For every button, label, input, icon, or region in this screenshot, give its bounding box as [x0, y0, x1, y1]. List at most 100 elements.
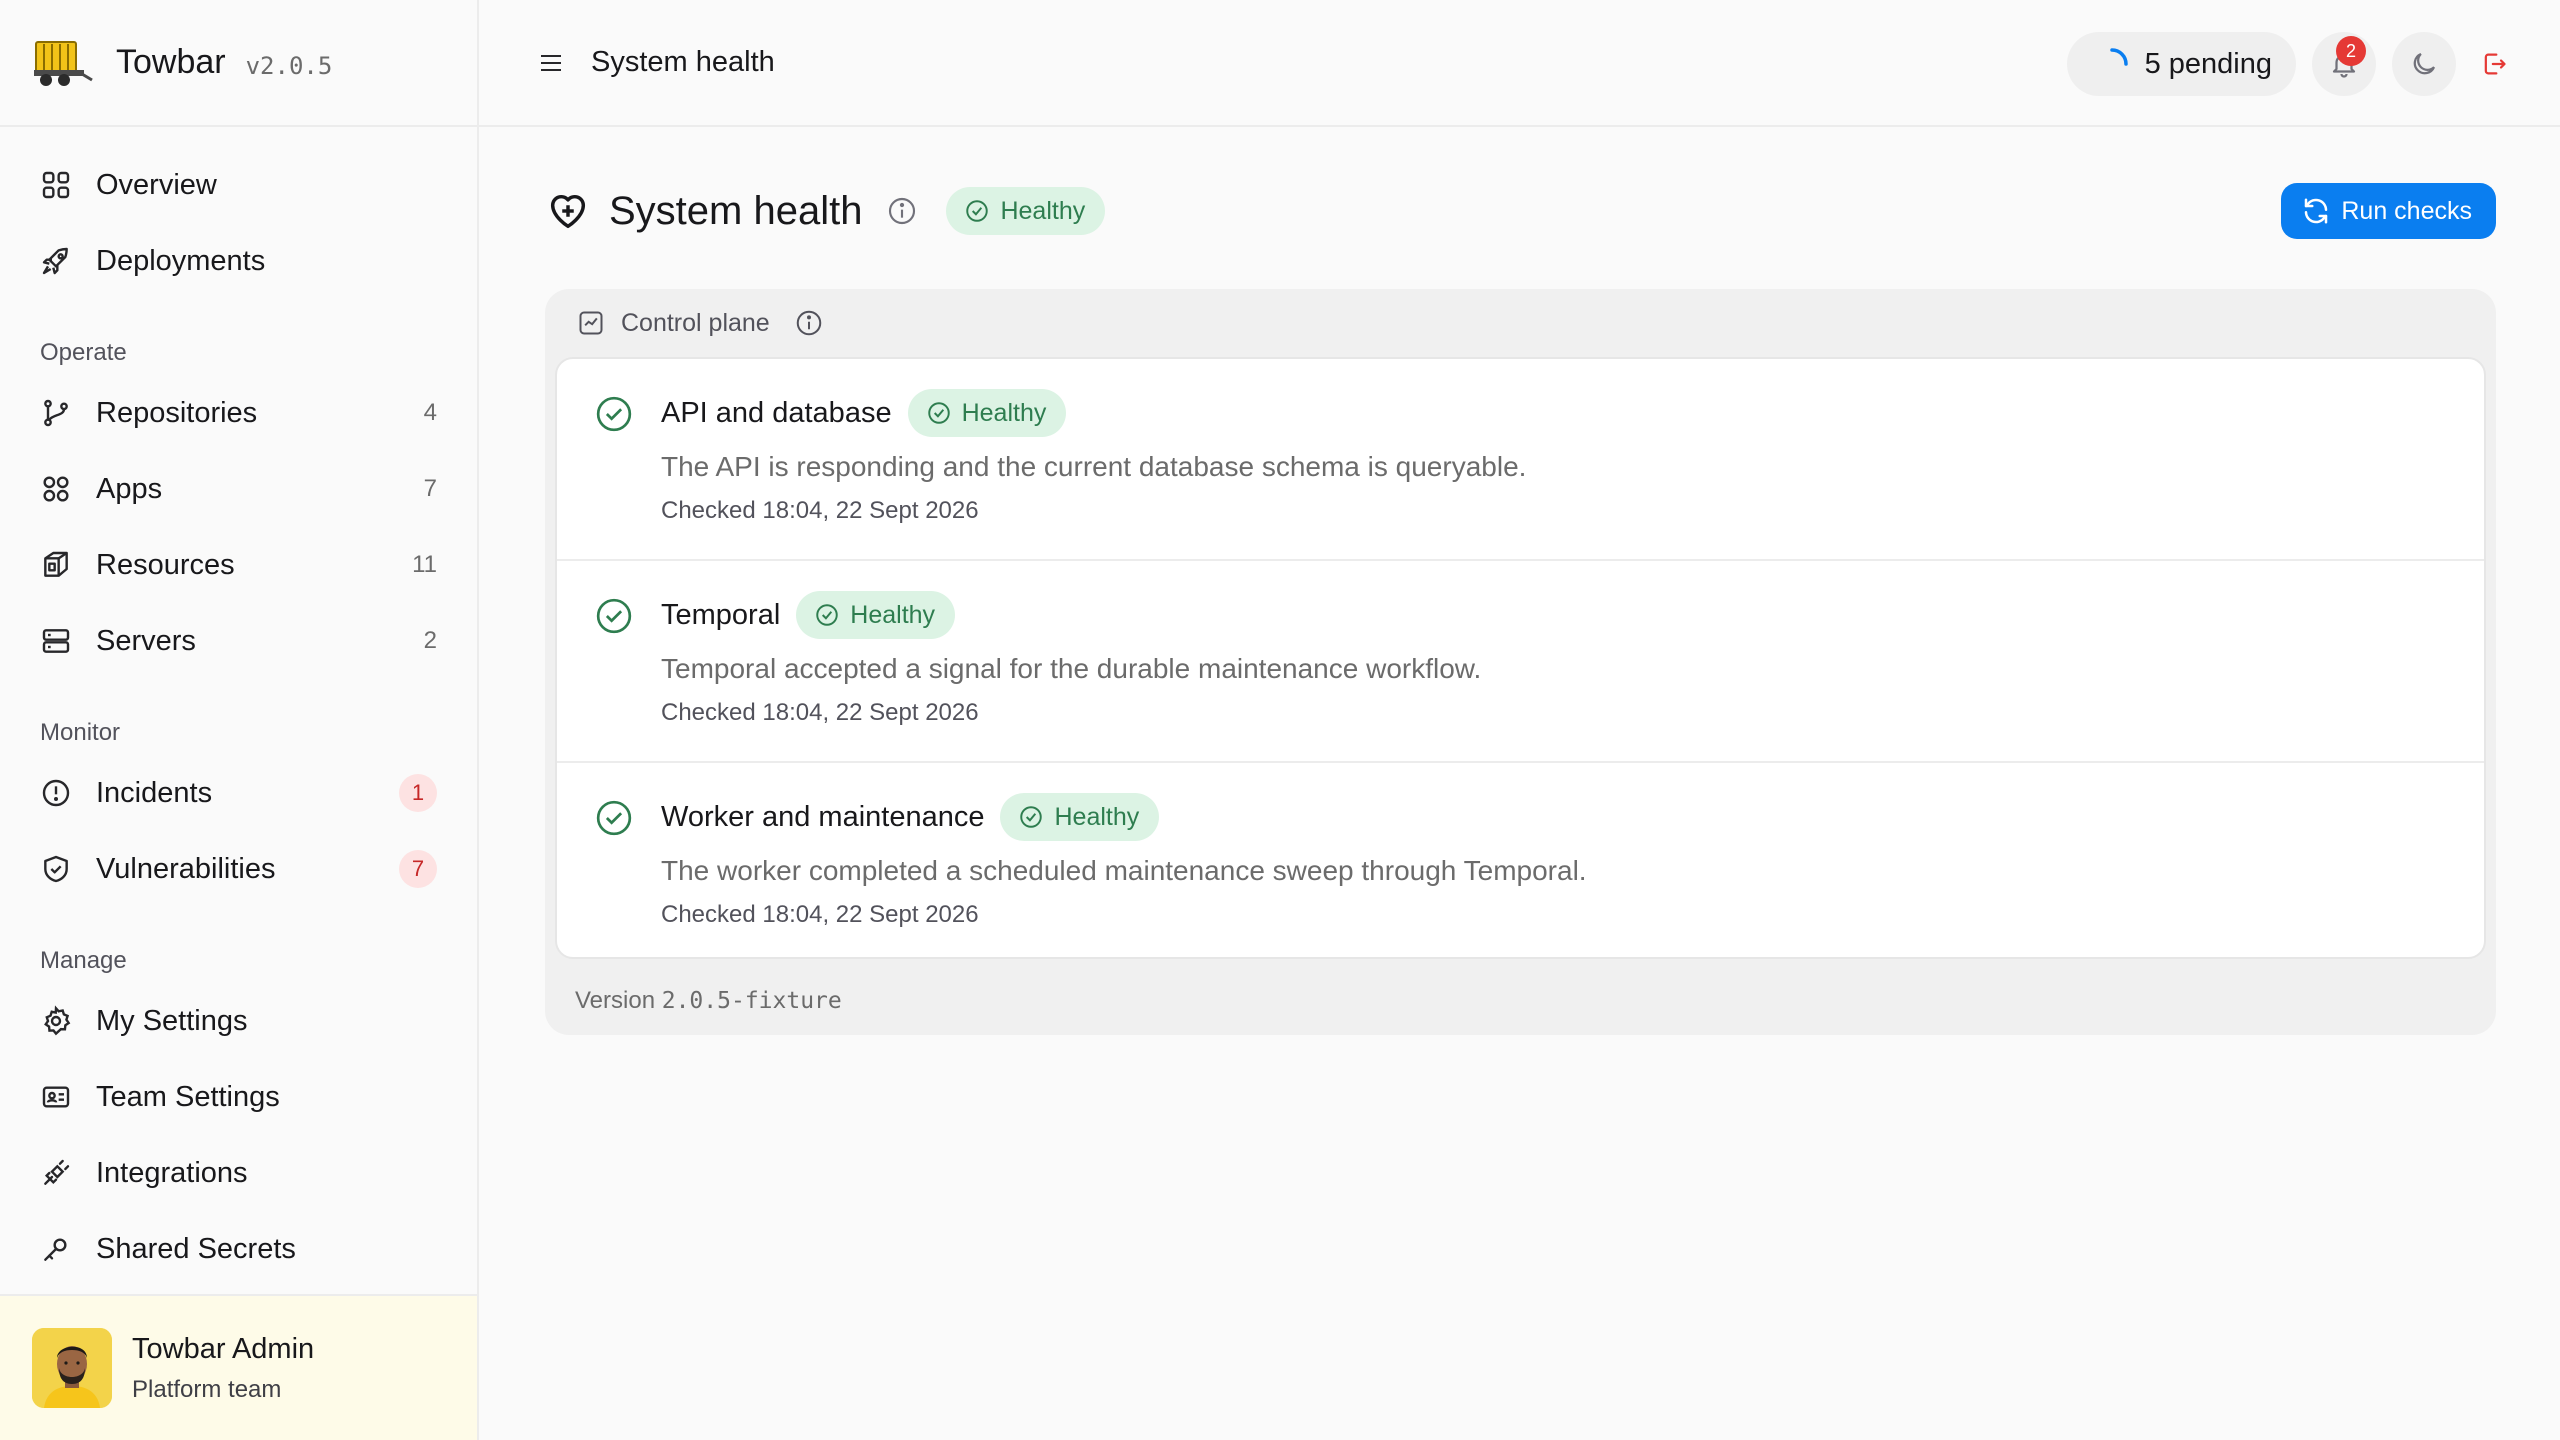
brand[interactable]: Towbar v2.0.5 [0, 0, 477, 127]
check-header: Worker and maintenance Healthy [661, 793, 1160, 841]
sidebar-item-vulnerabilities[interactable]: Vulnerabilities 7 [0, 831, 477, 907]
check-timestamp: Checked 18:04, 22 Sept 2026 [661, 497, 979, 524]
version-value: 2.0.5-fixture [661, 988, 842, 1014]
sidebar-item-overview[interactable]: Overview [0, 147, 477, 223]
sidebar: Towbar v2.0.5 Overview Deployments Opera… [0, 0, 479, 1440]
info-icon[interactable] [886, 195, 918, 227]
check-name: Worker and maintenance [661, 800, 985, 833]
id-card-icon [40, 1081, 72, 1113]
sidebar-item-shared-secrets[interactable]: Shared Secrets [0, 1211, 477, 1287]
check-circle-icon [596, 800, 632, 836]
status-label: Healthy [850, 600, 936, 629]
health-check-row: API and database Healthy The API is resp… [557, 359, 2484, 561]
chart-icon [579, 311, 603, 335]
run-checks-label: Run checks [2341, 196, 2472, 225]
status-badge: Healthy [796, 591, 956, 639]
towbar-logo-icon [34, 40, 93, 86]
page-title: System health [609, 188, 863, 233]
check-name: API and database [661, 396, 892, 429]
grid-icon [40, 169, 72, 201]
sidebar-item-apps[interactable]: Apps 7 [0, 451, 477, 527]
logout-button[interactable] [2472, 32, 2516, 96]
sidebar-item-label: My Settings [96, 1004, 248, 1037]
moon-icon [2413, 52, 2436, 75]
topbar-actions: 5 pending 2 [2066, 32, 2516, 96]
nav-section-manage: Manage [40, 947, 127, 974]
check-timestamp: Checked 18:04, 22 Sept 2026 [661, 699, 979, 726]
item-count: 2 [423, 627, 437, 654]
version-footer: Version 2.0.5-fixture [575, 987, 842, 1015]
panel-header: Control plane [545, 289, 2496, 357]
pending-tasks-button[interactable]: 5 pending [2066, 32, 2296, 96]
health-check-row: Worker and maintenance Healthy The worke… [557, 763, 2484, 957]
user-info: Towbar Admin Platform team [132, 1333, 314, 1404]
spinner-icon [2109, 48, 2128, 66]
box-icon [40, 549, 72, 581]
sidebar-item-my-settings[interactable]: My Settings [0, 983, 477, 1059]
key-icon [40, 1233, 72, 1265]
sidebar-item-label: Overview [96, 168, 217, 201]
notification-count-badge: 2 [2336, 36, 2366, 66]
notifications-button[interactable]: 2 [2312, 32, 2376, 96]
check-circle-icon [1020, 806, 1043, 828]
sidebar-item-label: Apps [96, 472, 163, 505]
status-badge: Healthy [1000, 793, 1160, 841]
app-version: v2.0.5 [245, 51, 333, 80]
sidebar-item-integrations[interactable]: Integrations [0, 1135, 477, 1211]
sidebar-item-label: Resources [96, 548, 235, 581]
item-count: 4 [423, 399, 437, 426]
topbar: System health 5 pending 2 [479, 0, 2560, 127]
plug-icon [40, 1157, 72, 1189]
breadcrumb: System health [591, 46, 775, 78]
avatar [32, 1328, 112, 1408]
hamburger-icon [541, 54, 561, 71]
nav-section-operate: Operate [40, 339, 127, 366]
control-plane-panel: Control plane API and database Healthy T… [545, 289, 2496, 1035]
sidebar-item-resources[interactable]: Resources 11 [0, 527, 477, 603]
git-branch-icon [40, 397, 72, 429]
check-circle-icon [596, 598, 632, 634]
status-label: Healthy [1054, 802, 1140, 831]
status-label: Healthy [961, 398, 1047, 427]
logout-icon [2484, 53, 2506, 75]
sidebar-item-repositories[interactable]: Repositories 4 [0, 375, 477, 451]
sidebar-item-label: Shared Secrets [96, 1232, 296, 1265]
main-content: System health Healthy Run checks Control… [479, 129, 2560, 1440]
incident-count-badge: 1 [399, 774, 437, 812]
shield-icon [40, 853, 72, 885]
check-timestamp: Checked 18:04, 22 Sept 2026 [661, 901, 979, 928]
user-card[interactable]: Towbar Admin Platform team [0, 1294, 477, 1440]
heart-plus-icon [550, 194, 586, 229]
menu-toggle-button[interactable] [531, 43, 571, 83]
sidebar-nav: Overview Deployments Operate Repositorie… [0, 127, 477, 1287]
panel-title: Control plane [621, 308, 770, 337]
sidebar-item-label: Incidents [96, 776, 213, 809]
status-label: Healthy [1000, 196, 1086, 225]
sidebar-item-label: Vulnerabilities [96, 852, 276, 885]
check-description: The worker completed a scheduled mainten… [661, 855, 1587, 886]
health-check-row: Temporal Healthy Temporal accepted a sig… [557, 561, 2484, 763]
grid-icon [40, 473, 72, 505]
rocket-icon [40, 245, 72, 277]
health-check-list: API and database Healthy The API is resp… [555, 357, 2486, 959]
check-name: Temporal [661, 598, 781, 631]
sidebar-item-incidents[interactable]: Incidents 1 [0, 755, 477, 831]
sidebar-item-servers[interactable]: Servers 2 [0, 603, 477, 679]
sidebar-item-label: Deployments [96, 244, 266, 277]
sidebar-item-label: Repositories [96, 396, 258, 429]
version-label: Version [575, 987, 656, 1014]
sidebar-item-deployments[interactable]: Deployments [0, 223, 477, 299]
refresh-icon [2305, 198, 2328, 224]
sidebar-item-team-settings[interactable]: Team Settings [0, 1059, 477, 1135]
check-circle-icon [966, 200, 989, 222]
item-count: 7 [423, 475, 437, 502]
info-icon[interactable] [794, 308, 824, 338]
sidebar-item-label: Servers [96, 624, 196, 657]
theme-toggle-button[interactable] [2392, 32, 2456, 96]
check-circle-icon [816, 604, 839, 626]
item-count: 11 [412, 551, 437, 578]
check-circle-icon [596, 396, 632, 432]
nav-section-monitor: Monitor [40, 719, 121, 746]
pending-label: 5 pending [2144, 47, 2272, 80]
run-checks-button[interactable]: Run checks [2281, 183, 2496, 239]
